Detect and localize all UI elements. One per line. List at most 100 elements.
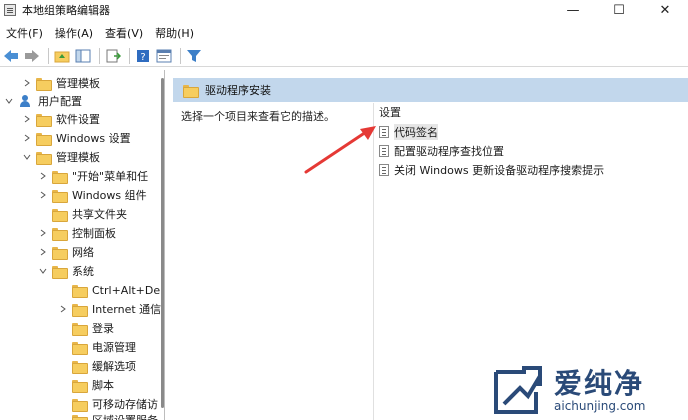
- tree-item-start-menu[interactable]: "开始"菜单和任: [38, 167, 148, 185]
- svg-text:?: ?: [140, 52, 145, 63]
- section-header: 驱动程序安装: [173, 78, 688, 102]
- back-arrow-icon[interactable]: [2, 47, 20, 65]
- tree-item-label: 电源管理: [92, 341, 136, 354]
- tree-item-network[interactable]: 网络: [38, 243, 94, 261]
- forward-arrow-icon[interactable]: [23, 47, 41, 65]
- setting-label: 关闭 Windows 更新设备驱动程序搜索提示: [394, 164, 605, 177]
- folder-icon: [72, 341, 88, 355]
- setting-label: 代码签名: [394, 124, 438, 140]
- folder-icon: [52, 189, 68, 203]
- up-folder-icon[interactable]: [53, 47, 71, 65]
- chevron-right-icon[interactable]: [38, 190, 48, 200]
- tree-item-label: 系统: [72, 265, 94, 278]
- tree-item-label: 管理模板: [56, 151, 100, 164]
- tree-item-locale-services[interactable]: 区域设置服务: [72, 411, 158, 420]
- folder-icon: [36, 132, 52, 146]
- maximize-button[interactable]: ☐: [596, 0, 642, 20]
- chevron-down-icon[interactable]: [22, 152, 32, 162]
- tree-item-power-management[interactable]: 电源管理: [72, 338, 136, 356]
- watermark: 爱纯净 aichunjing.com: [490, 362, 688, 420]
- chevron-right-icon[interactable]: [22, 78, 32, 88]
- folder-icon: [36, 113, 52, 127]
- section-title: 驱动程序安装: [205, 84, 271, 97]
- menu-view[interactable]: 查看(V): [99, 25, 149, 41]
- setting-driver-search-location[interactable]: 配置驱动程序查找位置: [379, 143, 504, 159]
- tree-item-scripts[interactable]: 脚本: [72, 376, 114, 394]
- tree-item-label: 软件设置: [56, 113, 100, 126]
- toolbar: ?: [0, 45, 688, 67]
- setting-disable-update-driver-prompt[interactable]: 关闭 Windows 更新设备驱动程序搜索提示: [379, 162, 604, 178]
- toolbar-separator: [48, 47, 49, 64]
- toolbar-separator: [180, 47, 181, 64]
- tree-item-label: Ctrl+Alt+De: [92, 283, 161, 297]
- tree-item-label: 管理模板: [56, 77, 100, 90]
- folder-icon: [52, 208, 68, 222]
- tree-item-label: 缓解选项: [92, 360, 136, 373]
- folder-icon: [72, 303, 88, 317]
- tree-item-label: 区域设置服务: [92, 412, 158, 420]
- menu-bar: 文件(F) 操作(A) 查看(V) 帮助(H): [0, 24, 688, 42]
- show-hide-tree-icon[interactable]: [74, 47, 92, 65]
- window-title: 本地组策略编辑器: [22, 4, 110, 17]
- chevron-right-icon[interactable]: [22, 133, 32, 143]
- help-icon[interactable]: ?: [134, 47, 152, 65]
- tree-scroll-thumb[interactable]: [161, 78, 164, 408]
- menu-file[interactable]: 文件(F): [0, 25, 49, 41]
- tree-item-user-config[interactable]: 用户配置: [4, 92, 82, 110]
- folder-icon: [72, 322, 88, 336]
- tree-item-label: Windows 设置: [56, 132, 131, 145]
- tree-item-label: 控制面板: [72, 227, 116, 240]
- settings-column-header[interactable]: 设置: [379, 104, 401, 120]
- setting-label: 配置驱动程序查找位置: [394, 145, 504, 158]
- chevron-right-icon[interactable]: [58, 304, 68, 314]
- tree-item-ctrl-alt-del[interactable]: Ctrl+Alt+De: [72, 281, 160, 299]
- chevron-down-icon[interactable]: [38, 266, 48, 276]
- close-button[interactable]: ✕: [642, 0, 688, 20]
- folder-icon: [183, 84, 199, 98]
- setting-code-signing[interactable]: 代码签名: [379, 124, 438, 140]
- user-config-icon: [18, 95, 32, 107]
- properties-icon[interactable]: [155, 47, 173, 65]
- tree-item-label: 共享文件夹: [72, 208, 127, 221]
- folder-icon: [72, 414, 88, 420]
- menu-action[interactable]: 操作(A): [49, 25, 99, 41]
- tree-item-label: 可移动存储访: [92, 398, 158, 411]
- filter-icon[interactable]: [185, 47, 203, 65]
- tree-item-label: 用户配置: [38, 95, 82, 108]
- tree-item-label: 登录: [92, 322, 114, 335]
- toolbar-separator: [99, 47, 100, 64]
- toolbar-separator: [129, 47, 130, 64]
- chevron-right-icon[interactable]: [22, 114, 32, 124]
- folder-icon: [72, 398, 88, 412]
- chevron-down-icon[interactable]: [4, 96, 14, 106]
- menu-help[interactable]: 帮助(H): [149, 25, 200, 41]
- tree-item-windows-settings[interactable]: Windows 设置: [22, 129, 131, 147]
- export-list-icon[interactable]: [104, 47, 122, 65]
- watermark-brand-cn: 爱纯净: [554, 367, 645, 400]
- chevron-right-icon[interactable]: [38, 247, 48, 257]
- title-bar: 本地组策略编辑器 — ☐ ✕: [0, 0, 688, 20]
- folder-icon: [36, 151, 52, 165]
- tree-scrollbar[interactable]: [160, 70, 165, 420]
- minimize-button[interactable]: —: [550, 0, 596, 20]
- folder-icon: [72, 360, 88, 374]
- tree-item-system[interactable]: 系统: [38, 262, 94, 280]
- tree-item-windows-components[interactable]: Windows 组件: [38, 186, 147, 204]
- tree-item-software-settings[interactable]: 软件设置: [22, 110, 100, 128]
- tree-item-control-panel[interactable]: 控制面板: [38, 224, 116, 242]
- chevron-right-icon[interactable]: [38, 171, 48, 181]
- annotation-arrow-icon: [304, 126, 376, 174]
- tree-item-logon[interactable]: 登录: [72, 319, 114, 337]
- tree-item-internet-comm[interactable]: Internet 通信: [58, 300, 161, 318]
- folder-icon: [52, 265, 68, 279]
- app-icon: [4, 4, 16, 16]
- tree-item-mitigation-options[interactable]: 缓解选项: [72, 357, 136, 375]
- folder-icon: [52, 246, 68, 260]
- tree-item-admin-templates[interactable]: 管理模板: [22, 148, 100, 166]
- chevron-right-icon[interactable]: [38, 228, 48, 238]
- tree-pane: 管理模板 用户配置 软件设置 Windows 设置 管理模板 "开始"菜单和任 …: [0, 70, 165, 420]
- tree-item-shared-folders[interactable]: 共享文件夹: [52, 205, 127, 223]
- folder-icon: [36, 77, 52, 91]
- tree-item-label: Internet 通信: [92, 303, 162, 316]
- tree-item-admin-templates-computer[interactable]: 管理模板: [22, 74, 100, 92]
